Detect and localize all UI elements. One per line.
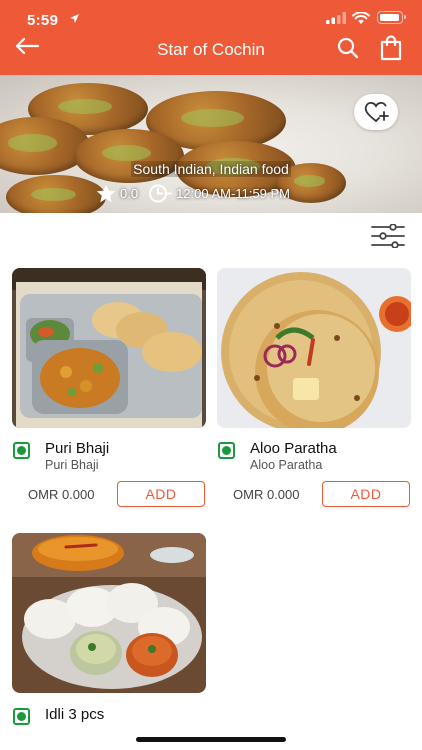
veg-indicator-icon: [13, 708, 30, 725]
add-button[interactable]: ADD: [117, 481, 205, 507]
dish-subtitle: Puri Bhaji: [45, 458, 99, 472]
dish-name: Idli 3 pcs: [45, 706, 105, 723]
idli-photo: [12, 533, 206, 693]
dish-price: OMR 0.000: [233, 487, 300, 502]
dish-subtitle: Aloo Paratha: [250, 458, 323, 472]
cuisine-text: South Indian, Indian food: [131, 161, 291, 177]
wifi-icon: [352, 12, 370, 24]
star-icon: [96, 184, 116, 202]
veg-indicator-icon: [218, 442, 235, 459]
restaurant-meta: 0.0 12:00 AM-11:59 PM: [96, 183, 290, 203]
veg-indicator-icon: [13, 442, 30, 459]
banner-food-item: [6, 175, 106, 213]
add-button[interactable]: ADD: [322, 481, 410, 507]
dish-image-aloo-paratha[interactable]: [217, 268, 411, 428]
dish-image-idli[interactable]: [12, 533, 206, 693]
cellular-signal-icon: [326, 12, 346, 24]
restaurant-rating: 0.0: [120, 185, 139, 201]
battery-icon: [377, 11, 406, 24]
puri-bhaji-photo: [12, 268, 206, 428]
status-bar: 5:59: [0, 0, 422, 36]
location-arrow-icon: [70, 14, 79, 23]
favorite-button[interactable]: [354, 94, 398, 130]
sliders-icon[interactable]: [371, 224, 405, 248]
clock-icon: [149, 184, 173, 202]
heart-plus-icon: [364, 102, 389, 122]
dish-image-puri-bhaji[interactable]: [12, 268, 206, 428]
search-icon[interactable]: [336, 36, 360, 60]
status-time: 5:59: [27, 12, 59, 29]
dish-price: OMR 0.000: [28, 487, 95, 502]
restaurant-cuisine: South Indian, Indian food: [0, 161, 422, 177]
app-header: 5:59 Star of Cochin: [0, 0, 422, 75]
dish-name: Aloo Paratha: [250, 440, 337, 457]
home-indicator: [136, 737, 286, 742]
restaurant-hours: 12:00 AM-11:59 PM: [176, 185, 291, 201]
dish-name: Puri Bhaji: [45, 440, 110, 457]
aloo-paratha-photo: [217, 268, 411, 428]
shopping-bag-icon[interactable]: [379, 35, 403, 61]
